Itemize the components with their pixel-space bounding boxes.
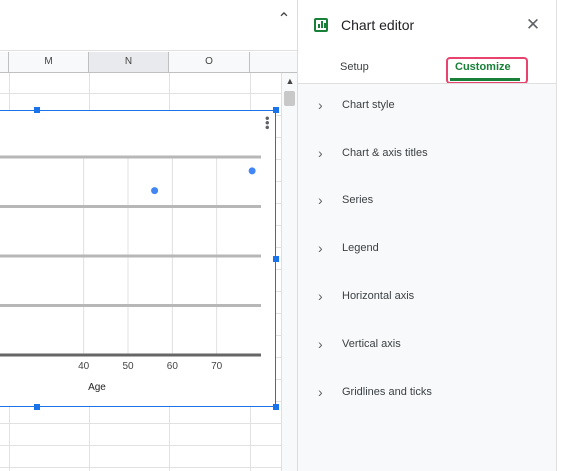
x-tick-label: 50: [122, 361, 134, 372]
chart-editor-title: Chart editor: [341, 17, 415, 33]
chart-editor-panel: Chart editor ✕ Setup Customize › Chart s…: [297, 0, 567, 471]
scatter-chart: 40 50 60 70 Age: [0, 155, 261, 393]
grid-row-line: [0, 467, 281, 468]
section-horizontal-axis[interactable]: › Horizontal axis: [298, 275, 556, 321]
column-headers: M N O: [0, 52, 297, 73]
section-legend[interactable]: › Legend: [298, 227, 556, 273]
chevron-right-icon: ›: [318, 384, 323, 400]
grid-row-line: [0, 445, 281, 446]
close-icon[interactable]: ✕: [524, 16, 542, 34]
section-label: Vertical axis: [342, 338, 401, 350]
grid-row-line: [0, 423, 281, 424]
chart-icon: [314, 18, 328, 32]
data-point: [151, 187, 159, 195]
chevron-right-icon: ›: [318, 97, 323, 113]
section-label: Gridlines and ticks: [342, 386, 432, 398]
resize-handle-right[interactable]: [273, 256, 279, 262]
chevron-right-icon: ›: [318, 336, 323, 352]
chevron-right-icon: ›: [318, 240, 323, 256]
embedded-chart[interactable]: 40 50 60 70 Age: [0, 110, 276, 407]
section-chart-axis-titles[interactable]: › Chart & axis titles: [298, 132, 556, 178]
section-label: Chart style: [342, 99, 395, 111]
customize-sections: › Chart style › Chart & axis titles › Se…: [298, 84, 556, 471]
x-tick-label: 70: [211, 361, 223, 372]
scroll-up-arrow-icon[interactable]: ▲: [282, 73, 297, 89]
customize-tab-highlight: [446, 57, 528, 84]
chevron-up-icon[interactable]: ⌃: [276, 12, 292, 28]
chart-editor-header: Chart editor ✕: [298, 0, 556, 50]
grid-row-line: [0, 93, 281, 94]
x-tick-label: 60: [167, 361, 179, 372]
sheet-topbar: ⌃: [0, 0, 297, 51]
section-label: Chart & axis titles: [342, 147, 428, 159]
chevron-right-icon: ›: [318, 145, 323, 161]
resize-handle-bottom-right[interactable]: [273, 404, 279, 410]
tab-setup[interactable]: Setup: [340, 61, 369, 73]
chevron-right-icon: ›: [318, 192, 323, 208]
section-label: Series: [342, 194, 374, 206]
spreadsheet-area: ⌃ M N O ▲ 40 50 60 70 Age •••: [0, 0, 297, 471]
column-header-partial-right[interactable]: [250, 52, 281, 72]
scrollbar-thumb[interactable]: [284, 91, 295, 106]
section-label: Legend: [342, 242, 379, 254]
resize-handle-bottom[interactable]: [34, 404, 40, 410]
chevron-right-icon: ›: [318, 288, 323, 304]
data-point: [248, 167, 256, 175]
column-header-m[interactable]: M: [9, 52, 89, 72]
resize-handle-top-right[interactable]: [273, 107, 279, 113]
more-vert-icon[interactable]: •••: [260, 116, 275, 130]
section-label: Horizontal axis: [342, 290, 415, 302]
section-vertical-axis[interactable]: › Vertical axis: [298, 323, 556, 369]
section-gridlines-ticks[interactable]: › Gridlines and ticks: [298, 371, 556, 417]
x-axis-title: Age: [88, 382, 106, 393]
column-header-partial[interactable]: [0, 52, 9, 72]
x-tick-label: 40: [78, 361, 90, 372]
resize-handle-top[interactable]: [34, 107, 40, 113]
section-chart-style[interactable]: › Chart style: [298, 84, 556, 130]
editor-scrollbar[interactable]: [556, 0, 567, 471]
column-header-n[interactable]: N: [89, 52, 169, 72]
section-series[interactable]: › Series: [298, 179, 556, 225]
sheet-vertical-scrollbar[interactable]: ▲: [281, 73, 297, 471]
column-header-o[interactable]: O: [169, 52, 250, 72]
